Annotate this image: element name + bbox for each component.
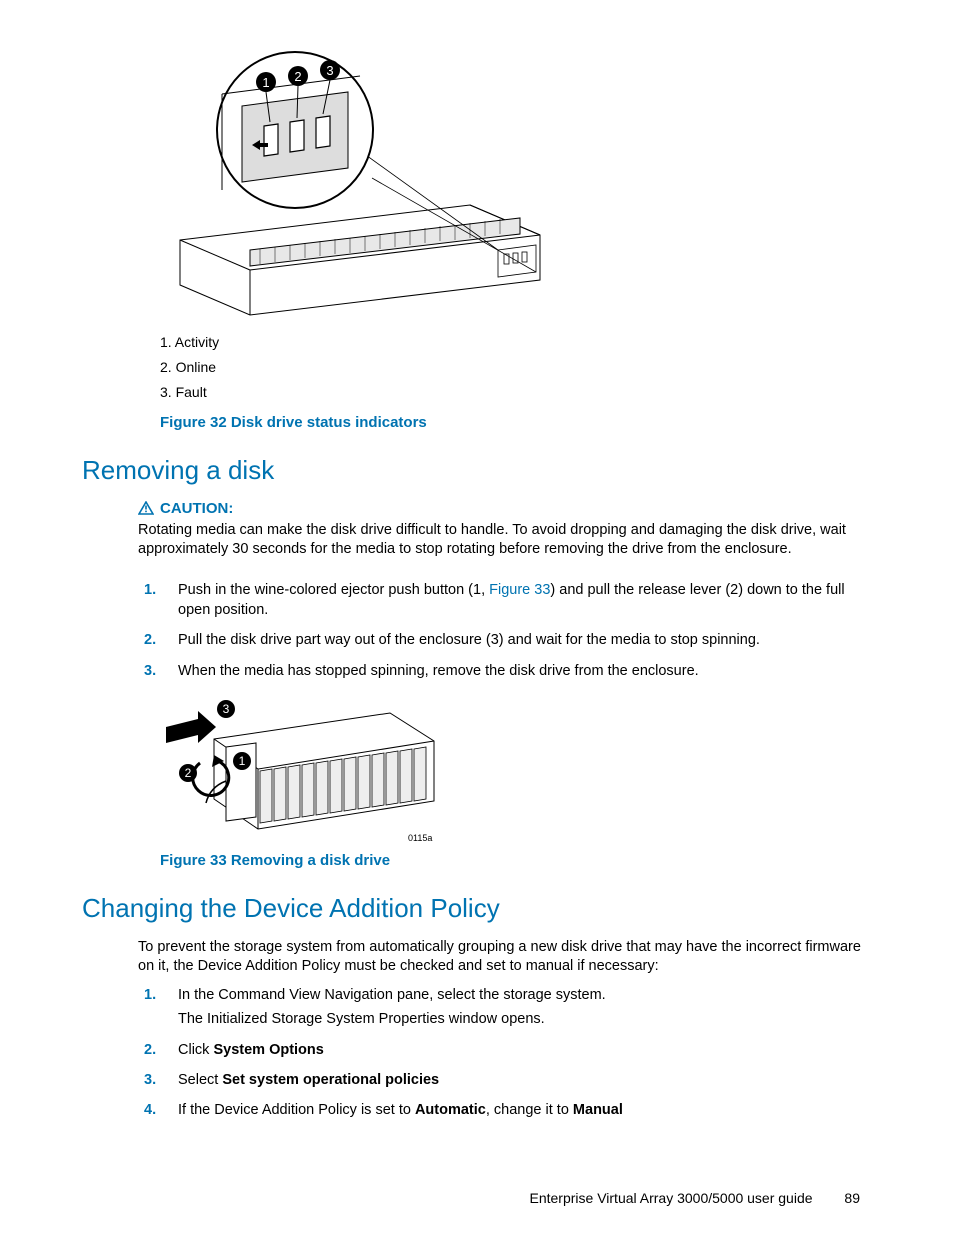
caution-body: Rotating media can make the disk drive d… — [138, 521, 864, 560]
svg-text:1: 1 — [262, 75, 269, 90]
svg-text:2: 2 — [185, 766, 192, 780]
figure-33-caption: Figure 33 Removing a disk drive — [160, 852, 864, 869]
figure-32-illustration: 1 2 3 — [160, 50, 864, 320]
caution-block: CAUTION: Rotating media can make the dis… — [138, 500, 864, 560]
legend-item: Online — [160, 355, 864, 380]
policy-step-3: Select Set system operational policies — [144, 1070, 864, 1090]
svg-text:1: 1 — [239, 754, 246, 768]
step-3: When the media has stopped spinning, rem… — [144, 661, 864, 681]
removing-steps: Push in the wine-colored ejector push bu… — [144, 580, 864, 681]
legend-item: Activity — [160, 330, 864, 355]
legend-item: Fault — [160, 380, 864, 405]
policy-intro: To prevent the storage system from autom… — [138, 938, 864, 977]
heading-removing-a-disk: Removing a disk — [82, 455, 864, 486]
footer-title: Enterprise Virtual Array 3000/5000 user … — [530, 1190, 813, 1206]
caution-label: CAUTION: — [160, 500, 233, 517]
heading-changing-policy: Changing the Device Addition Policy — [82, 893, 864, 924]
step-2: Pull the disk drive part way out of the … — [144, 630, 864, 650]
caution-icon — [138, 501, 154, 515]
figure-33-illustration: 1 2 3 0115a — [160, 691, 864, 846]
policy-step-4: If the Device Addition Policy is set to … — [144, 1100, 864, 1120]
figure-32-legend: Activity Online Fault — [160, 330, 864, 406]
policy-step-2: Click System Options — [144, 1040, 864, 1060]
page-number: 89 — [844, 1190, 860, 1206]
figure-33-link[interactable]: Figure 33 — [489, 582, 550, 598]
svg-text:3: 3 — [326, 63, 333, 78]
policy-step-1: In the Command View Navigation pane, sel… — [144, 985, 864, 1030]
svg-text:2: 2 — [294, 69, 301, 84]
page-footer: Enterprise Virtual Array 3000/5000 user … — [82, 1190, 864, 1206]
policy-steps: In the Command View Navigation pane, sel… — [144, 985, 864, 1120]
figure-32-caption: Figure 32 Disk drive status indicators — [160, 414, 864, 431]
figure-33-id: 0115a — [408, 833, 432, 843]
svg-text:3: 3 — [223, 702, 230, 716]
step-1: Push in the wine-colored ejector push bu… — [144, 580, 864, 621]
